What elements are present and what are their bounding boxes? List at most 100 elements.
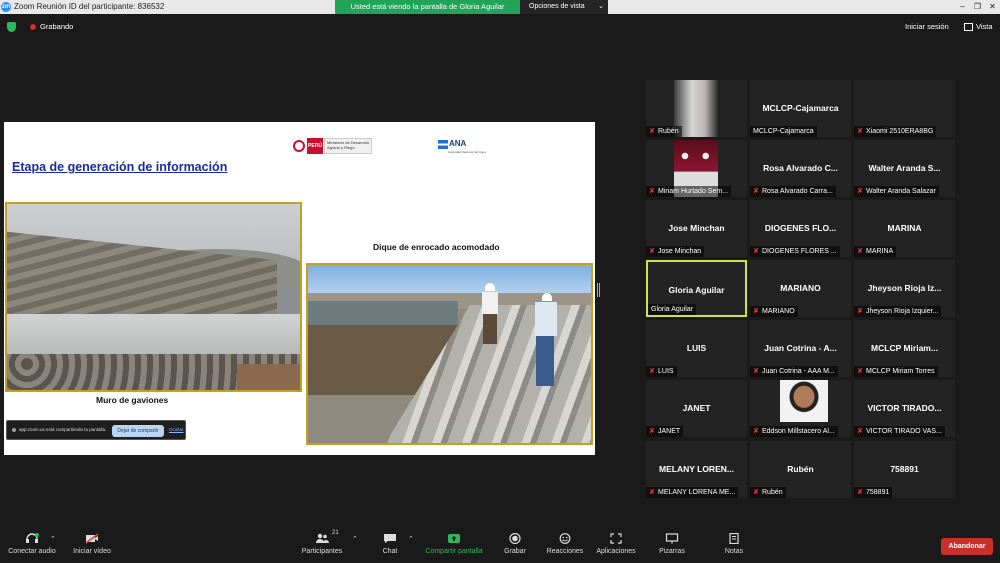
signin-button[interactable]: Iniciar sesión [905,22,949,31]
minimize-icon[interactable]: – [955,0,970,14]
record-button[interactable]: Grabar [499,533,531,555]
muted-mic-icon: ✘ [857,489,863,496]
chat-caret-icon[interactable]: ⌃ [408,535,414,543]
video-button[interactable]: Iniciar vídeo [70,533,114,555]
security-shield-icon[interactable] [7,22,16,32]
participant-tile[interactable]: MCLCP Miriam... ✘ MCLCP Miriam Torres [854,320,955,377]
caption-gabion-wall: Muro de gaviones [96,395,169,405]
participant-tile[interactable]: LUIS ✘ LUIS [646,320,747,377]
participant-tile[interactable]: ✘ Miriam Hurtado Sem... [646,140,747,197]
participant-tile[interactable]: Walter Aranda S... ✘ Walter Aranda Salazar [854,140,955,197]
reactions-label: Reacciones [546,548,584,555]
recording-label[interactable]: Grabando [40,22,73,31]
participant-nameplate: MCLCP-Cajamarca [750,126,817,137]
participant-tile[interactable]: DIOGENES FLO... ✘ DIOGENES FLORES ... [750,200,851,257]
participant-tile[interactable]: ✘ Eddson Millstacero Al... [750,380,851,437]
muted-mic-icon: ✘ [753,248,759,255]
audio-caret-icon[interactable]: ⌃ [50,535,56,543]
participant-name: JANET [658,428,681,435]
participant-tile[interactable]: Rosa Alvarado C... ✘ Rosa Alvarado Carra..… [750,140,851,197]
participants-button[interactable]: Participantes [298,533,346,555]
participant-nameplate: ✘ Rubén [750,487,786,498]
muted-mic-icon: ✘ [857,248,863,255]
notes-button[interactable]: Notas [720,533,748,555]
ana-logo-subtitle: Autoridad Nacional del Agua [448,150,486,154]
view-options-button[interactable]: Opciones de vista ⌄ [520,0,608,14]
participant-nameplate: ✘ Miriam Hurtado Sem... [646,186,732,197]
participant-display-name: MELANY LOREN... [659,464,734,474]
hide-notice-link[interactable]: Ocultar [169,427,184,432]
apps-button[interactable]: Aplicaciones [592,533,640,555]
participant-tile[interactable]: Juan Cotrina - A... ✘ Juan Cotrina - AAA M… [750,320,851,377]
muted-mic-icon: ✘ [649,428,655,435]
share-screen-icon [448,534,460,543]
whiteboard-icon [665,533,679,544]
participant-name: Walter Aranda Salazar [866,188,936,195]
share-screen-button[interactable]: Compartir pantalla [421,533,487,555]
leave-meeting-button[interactable]: Abandonar [941,538,993,555]
participant-display-name: Jheyson Rioja Iz... [867,283,942,293]
meeting-topbar: Grabando Iniciar sesión Vista [0,14,1000,40]
whiteboards-label: Pizarras [659,548,685,555]
participant-display-name: Gloria Aguilar [668,285,725,295]
reactions-button[interactable]: Reacciones [543,533,587,555]
participant-name: MELANY LORENA ME... [658,489,736,496]
participant-tile[interactable]: VICTOR TIRADO... ✘ VICTOR TIRADO VAS... [854,380,955,437]
muted-mic-icon: ✘ [753,428,759,435]
participant-nameplate: ✘ MARIANO [750,306,798,317]
participant-name: VICTOR TIRADO VAS... [866,428,942,435]
gallery-view-icon[interactable] [964,23,973,31]
participant-video [780,380,828,422]
participant-tile[interactable]: 758891 ✘ 758891 [854,441,955,498]
caption-rock-dike: Dique de enrocado acomodado [373,242,500,252]
participant-display-name: VICTOR TIRADO... [867,403,942,413]
chat-button[interactable]: Chat [375,533,405,555]
participant-tile[interactable]: MCLCP-Cajamarca MCLCP-Cajamarca [750,80,851,137]
stop-sharing-button[interactable]: Dejar de compartir [112,425,164,437]
participant-tile[interactable]: JANET ✘ JANET [646,380,747,437]
muted-mic-icon: ✘ [857,188,863,195]
participant-nameplate: ✘ MCLCP Miriam Torres [854,366,938,377]
participant-tile[interactable]: Jheyson Rioja Iz... ✘ Jheyson Rioja Izquie… [854,260,955,317]
close-icon[interactable]: ✕ [985,0,1000,14]
participant-name: MARIANO [762,308,795,315]
muted-mic-icon: ✘ [649,248,655,255]
participants-icon [316,533,329,543]
participant-nameplate: ✘ 758891 [854,487,893,498]
participant-nameplate: ✘ Jose Minchan [646,246,705,257]
restore-icon[interactable]: ❐ [970,0,985,14]
whiteboards-button[interactable]: Pizarras [655,533,689,555]
participant-name: Rosa Alvarado Carra... [762,188,833,195]
notes-icon [729,533,739,544]
participant-name: Jose Minchan [658,248,702,255]
muted-mic-icon: ✘ [857,368,863,375]
view-button[interactable]: Vista [976,22,993,31]
slide-heading: Etapa de generación de información [12,160,228,174]
participant-tile[interactable]: Rubén ✘ Rubén [750,441,851,498]
participant-name: MCLCP Miriam Torres [866,368,935,375]
window-title: Zoom Reunión ID del participante: 836532 [14,2,165,11]
participant-tile[interactable]: MARINA ✘ MARINA [854,200,955,257]
participant-name: Miriam Hurtado Sem... [658,188,729,195]
participant-tile[interactable]: Jose Minchan ✘ Jose Minchan [646,200,747,257]
participant-tile[interactable]: Gloria Aguilar Gloria Aguilar [646,260,747,317]
participant-tile[interactable]: ✘ Xiaomi 2510ERA8BG [854,80,955,137]
participant-nameplate: ✘ JANET [646,426,684,437]
window-controls: – ❐ ✕ [955,0,1000,14]
participant-nameplate: ✘ Walter Aranda Salazar [854,186,939,197]
participant-nameplate: ✘ MELANY LORENA ME... [646,487,739,498]
muted-mic-icon: ✘ [753,489,759,496]
split-resize-handle[interactable] [597,283,600,297]
muted-mic-icon: ✘ [857,308,863,315]
participant-nameplate: ✘ Rubén [646,126,682,137]
participant-name: Juan Cotrina - AAA M... [762,368,835,375]
share-notice-text: app.zoom.us está compartiendo tu pantall… [19,427,107,432]
gabion-wall-photo [5,202,302,392]
participants-caret-icon[interactable]: ⌃ [352,535,358,543]
participant-tile[interactable]: MARIANO ✘ MARIANO [750,260,851,317]
participant-name: MCLCP-Cajamarca [753,128,814,135]
participant-tile[interactable]: ✘ Rubén [646,80,747,137]
apps-icon [610,533,622,544]
participant-tile[interactable]: MELANY LOREN... ✘ MELANY LORENA ME... [646,441,747,498]
zoom-logo-icon: zm [1,2,11,12]
